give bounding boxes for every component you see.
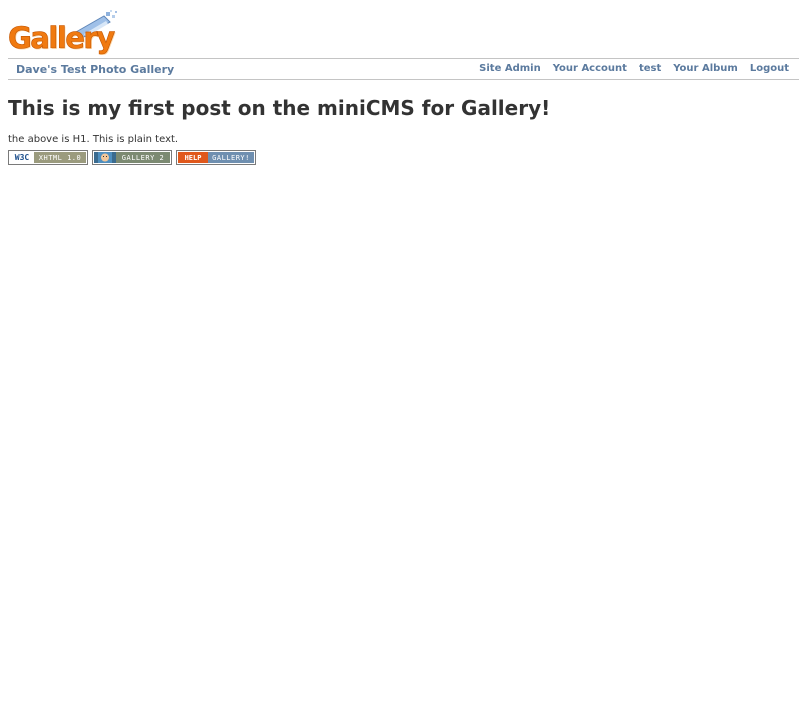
badge-help-gallery-label: GALLERY! [208,152,254,163]
your-account-link[interactable]: Your Account [553,63,627,74]
site-title-link[interactable]: Dave's Test Photo Gallery [16,63,174,76]
user-nav-links: Site Admin Your Account test Your Album … [479,63,789,74]
badge-gallery2-label: GALLERY 2 [116,152,170,163]
body-text: the above is H1. This is plain text. [8,134,179,145]
help-gallery-badge[interactable]: HELP GALLERY! [176,150,256,165]
page-title: This is my first post on the miniCMS for… [8,96,551,120]
badge-xhtml-label: XHTML 1.0 [34,152,86,163]
footer-badges: W3C XHTML 1.0 GALLERY 2 HELP GALLERY! [8,150,256,165]
badge-w3c-label: W3C [14,153,30,162]
username-link[interactable]: test [639,63,661,74]
gallery2-badge[interactable]: GALLERY 2 [92,150,172,165]
your-album-link[interactable]: Your Album [673,63,738,74]
site-admin-link[interactable]: Site Admin [479,63,541,74]
gallery2-face-icon [94,152,116,163]
gallery-logo-text: Gallery [8,21,116,55]
navbar: Dave's Test Photo Gallery Site Admin You… [8,58,799,80]
w3c-icon: W3C [10,152,34,163]
xhtml-validator-badge[interactable]: W3C XHTML 1.0 [8,150,88,165]
badge-help-label: HELP [178,152,208,163]
logout-link[interactable]: Logout [750,63,789,74]
gallery-logo[interactable]: Gallery [8,10,118,58]
face-icon [98,152,112,163]
